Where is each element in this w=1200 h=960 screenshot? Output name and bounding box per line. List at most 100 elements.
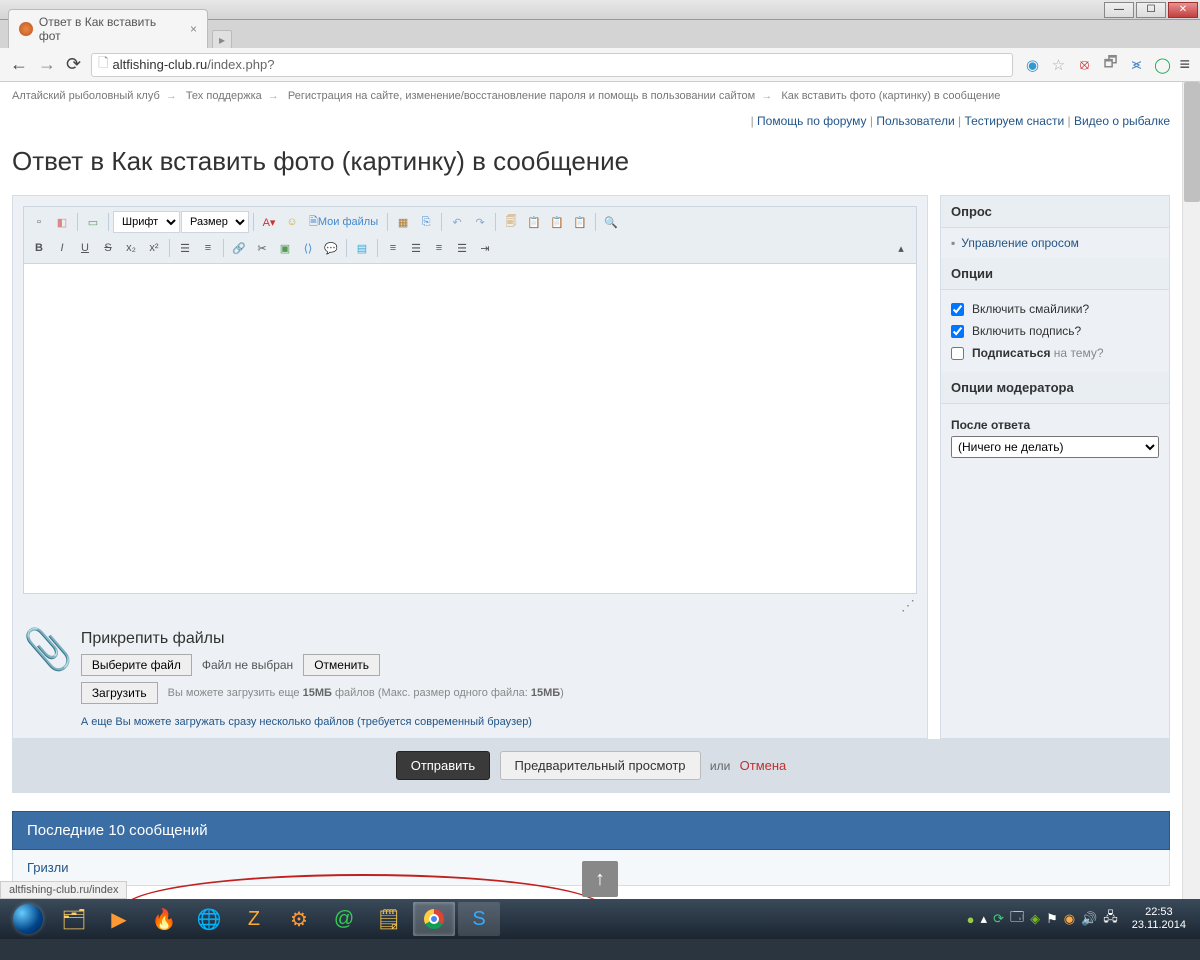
tb-paste2-icon[interactable]: 📋 bbox=[546, 211, 568, 233]
menu-button[interactable]: ≡ bbox=[1179, 54, 1190, 75]
tb-link2-icon[interactable]: ⎘ bbox=[415, 211, 437, 233]
font-select[interactable]: Шрифт bbox=[113, 211, 180, 233]
tb-copy-icon[interactable]: 🗐 bbox=[500, 211, 522, 233]
taskbar-mail-icon[interactable]: @ bbox=[323, 902, 365, 936]
scroll-top-button[interactable]: ↑ bbox=[582, 861, 618, 897]
tb-myfiles-icon[interactable]: 🗎 Мои файлы bbox=[304, 211, 383, 233]
tb-align-left-icon[interactable]: ≡ bbox=[382, 237, 404, 259]
back-button[interactable]: ← bbox=[10, 54, 28, 75]
scrollbar[interactable] bbox=[1182, 82, 1200, 899]
taskbar-app-icon[interactable]: 🔥 bbox=[143, 902, 185, 936]
breadcrumb-link[interactable]: Как вставить фото (картинку) в сообщение bbox=[781, 90, 1000, 102]
tb-remove-format-icon[interactable]: ▫ bbox=[28, 211, 50, 233]
taskbar-earth-icon[interactable]: 🌐 bbox=[188, 902, 230, 936]
translate-icon[interactable]: ⪤ bbox=[1127, 56, 1145, 74]
tb-superscript-icon[interactable]: x² bbox=[143, 237, 165, 259]
submit-button[interactable]: Отправить bbox=[396, 751, 490, 780]
forward-button[interactable]: → bbox=[38, 54, 56, 75]
window-close[interactable]: ✕ bbox=[1168, 2, 1198, 18]
tray-up-icon[interactable]: ▴ bbox=[981, 911, 988, 927]
taskbar-clock[interactable]: 22:53 23.11.2014 bbox=[1124, 906, 1194, 932]
tb-align-right-icon[interactable]: ≡ bbox=[428, 237, 450, 259]
taskbar-media-icon[interactable]: ▶ bbox=[98, 902, 140, 936]
tray-lang-icon[interactable]: 🗔 bbox=[1010, 908, 1024, 930]
tb-eraser-icon[interactable]: ◧ bbox=[51, 211, 73, 233]
taskbar-avast-icon[interactable]: ⚙ bbox=[278, 902, 320, 936]
tray-volume-icon[interactable]: 🔊 bbox=[1081, 911, 1097, 927]
tray-flag-icon[interactable]: ⚑ bbox=[1046, 911, 1058, 927]
extension-icon-3[interactable]: ◯ bbox=[1153, 56, 1171, 74]
breadcrumb-link[interactable]: Тех поддержка bbox=[186, 90, 262, 102]
tb-image-icon[interactable]: ▦ bbox=[392, 211, 414, 233]
tb-link-icon[interactable]: 🔗 bbox=[228, 237, 250, 259]
util-link[interactable]: Помощь по форуму bbox=[757, 114, 867, 128]
tb-twitter-icon[interactable]: ▤ bbox=[351, 237, 373, 259]
choose-file-button[interactable]: Выберите файл bbox=[81, 654, 192, 676]
tb-strike-icon[interactable]: S bbox=[97, 237, 119, 259]
tb-bold-icon[interactable]: B bbox=[28, 237, 50, 259]
after-reply-select[interactable]: (Ничего не делать) bbox=[951, 436, 1159, 458]
tb-color-icon[interactable]: A▾ bbox=[258, 211, 280, 233]
tb-undo-icon[interactable]: ↶ bbox=[446, 211, 468, 233]
window-maximize[interactable]: ☐ bbox=[1136, 2, 1166, 18]
url-input[interactable]: 🗋 altfishing-club.ru/index.php? bbox=[91, 53, 1013, 77]
size-select[interactable]: Размер bbox=[181, 211, 249, 233]
scrollbar-thumb[interactable] bbox=[1184, 82, 1200, 202]
preview-button[interactable]: Предварительный просмотр bbox=[500, 751, 701, 780]
tb-indent-icon[interactable]: ⇥ bbox=[474, 237, 496, 259]
opt-smilies-checkbox[interactable] bbox=[951, 303, 964, 316]
reload-button[interactable]: ⟳ bbox=[66, 54, 81, 75]
taskbar-explorer-icon[interactable]: 🗂 bbox=[53, 902, 95, 936]
tb-paste3-icon[interactable]: 📋 bbox=[569, 211, 591, 233]
tb-img-icon[interactable]: ▣ bbox=[274, 237, 296, 259]
tray-nvidia-icon[interactable]: ◈ bbox=[1030, 911, 1040, 927]
tb-italic-icon[interactable]: I bbox=[51, 237, 73, 259]
tray-network-icon[interactable]: 🖧 bbox=[1103, 908, 1118, 930]
bookmark-icon[interactable]: ☆ bbox=[1049, 56, 1067, 74]
start-button[interactable] bbox=[6, 902, 50, 936]
upload-button[interactable]: Загрузить bbox=[81, 682, 158, 704]
extension-icon[interactable]: ◉ bbox=[1023, 56, 1041, 74]
tray-sync-icon[interactable]: ⟳ bbox=[993, 911, 1004, 927]
tb-subscript-icon[interactable]: x₂ bbox=[120, 237, 142, 259]
util-link[interactable]: Видео о рыбалке bbox=[1074, 114, 1170, 128]
taskbar-chrome-icon[interactable] bbox=[413, 902, 455, 936]
tb-align-center-icon[interactable]: ☰ bbox=[405, 237, 427, 259]
breadcrumb-link[interactable]: Алтайский рыболовный клуб bbox=[12, 90, 160, 102]
opt-signature-checkbox[interactable] bbox=[951, 325, 964, 338]
adblock-icon[interactable]: ⦻ bbox=[1075, 56, 1093, 74]
tb-expand-icon[interactable]: ▴ bbox=[890, 237, 912, 259]
message-textarea[interactable] bbox=[23, 264, 917, 594]
tb-ol-icon[interactable]: ≡ bbox=[197, 237, 219, 259]
tb-redo-icon[interactable]: ↷ bbox=[469, 211, 491, 233]
tab-close-icon[interactable]: × bbox=[190, 22, 197, 36]
browser-tab[interactable]: Ответ в Как вставить фот × bbox=[8, 9, 208, 48]
opt-subscribe-checkbox[interactable] bbox=[951, 347, 964, 360]
poll-manage-link[interactable]: ▪Управление опросом bbox=[951, 236, 1159, 250]
multi-upload-link[interactable]: А еще Вы можете загружать сразу нескольк… bbox=[81, 716, 532, 728]
window-minimize[interactable]: — bbox=[1104, 2, 1134, 18]
tb-smiley-icon[interactable]: ☺ bbox=[281, 211, 303, 233]
util-link[interactable]: Тестируем снасти bbox=[964, 114, 1064, 128]
cancel-file-button[interactable]: Отменить bbox=[303, 654, 380, 676]
tb-align-justify-icon[interactable]: ☰ bbox=[451, 237, 473, 259]
cancel-link[interactable]: Отмена bbox=[740, 758, 787, 773]
breadcrumb-link[interactable]: Регистрация на сайте, изменение/восстано… bbox=[288, 90, 755, 102]
util-link[interactable]: Пользователи bbox=[876, 114, 954, 128]
tb-paste-icon[interactable]: 📋 bbox=[523, 211, 545, 233]
tb-underline-icon[interactable]: U bbox=[74, 237, 96, 259]
extension-icon-2[interactable]: 🗗 bbox=[1101, 56, 1119, 74]
tb-search-icon[interactable]: 🔍 bbox=[600, 211, 622, 233]
new-tab-button[interactable]: ▸ bbox=[212, 30, 232, 48]
tb-unlink-icon[interactable]: ✂ bbox=[251, 237, 273, 259]
taskbar-notes-icon[interactable]: 🗒 bbox=[368, 902, 410, 936]
tray-app-icon[interactable]: ◉ bbox=[1064, 911, 1075, 927]
tb-ul-icon[interactable]: ☰ bbox=[174, 237, 196, 259]
resize-handle[interactable]: ⋰ bbox=[23, 597, 917, 614]
taskbar-skype-icon[interactable]: S bbox=[458, 902, 500, 936]
tray-icon[interactable]: ● bbox=[967, 912, 975, 927]
tb-toggle-icon[interactable]: ▭ bbox=[82, 211, 104, 233]
tb-code-icon[interactable]: ⟨⟩ bbox=[297, 237, 319, 259]
taskbar-zona-icon[interactable]: Z bbox=[233, 902, 275, 936]
post-author-link[interactable]: Гризли bbox=[27, 860, 68, 875]
